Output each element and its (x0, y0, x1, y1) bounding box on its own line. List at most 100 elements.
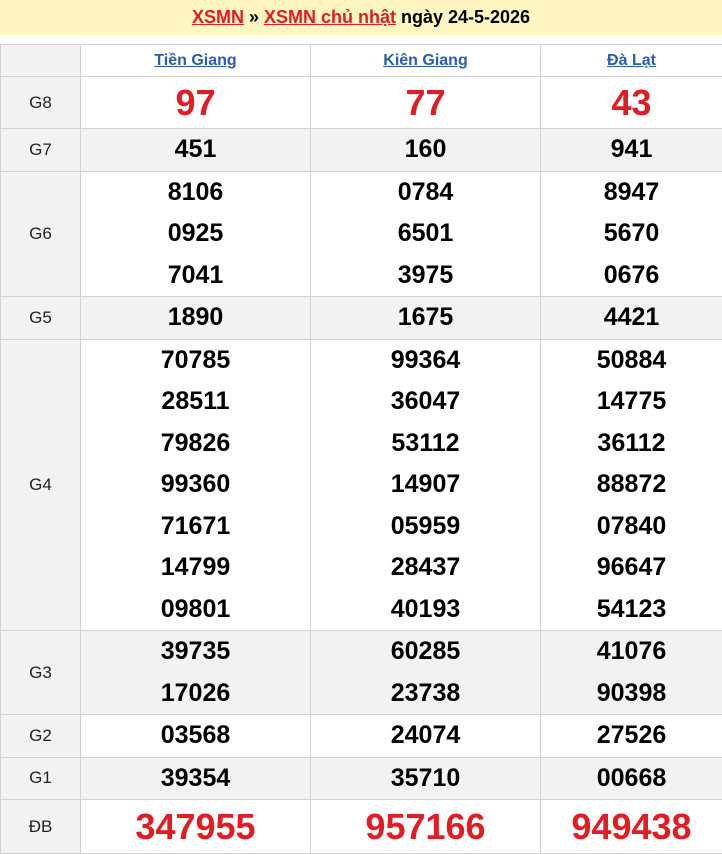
prize-row-g4: G470785285117982699360716711479909801993… (1, 339, 722, 631)
winning-number: 99360 (81, 464, 310, 506)
prize-cell: 894756700676 (541, 171, 722, 297)
province-header-row: Tiền Giang Kiên Giang Đà Lạt (1, 45, 722, 77)
prize-label: G7 (1, 129, 81, 172)
winning-number: 1890 (168, 303, 224, 331)
winning-number: 7041 (81, 255, 310, 297)
winning-number: 97 (175, 82, 215, 123)
winning-number: 36047 (311, 381, 540, 423)
prize-row-g8: G8 97 77 43 (1, 77, 722, 129)
prize-cell: 50884147753611288872078409664754123 (541, 339, 722, 631)
xsmn-link[interactable]: XSMN (192, 7, 244, 28)
prize-cell: 810609257041 (81, 171, 311, 297)
winning-number: 941 (611, 135, 653, 163)
winning-number: 949438 (571, 806, 691, 847)
prize-cell: 160 (311, 129, 541, 172)
prize-label: G6 (1, 171, 81, 297)
winning-number: 957166 (365, 806, 485, 847)
winning-number: 05959 (311, 506, 540, 548)
prize-cell: 03568 (81, 715, 311, 758)
winning-number: 39354 (161, 764, 231, 792)
winning-number: 35710 (391, 764, 461, 792)
winning-number: 60285 (311, 631, 540, 673)
winning-number: 50884 (541, 340, 722, 382)
prize-cell: 1675 (311, 297, 541, 340)
prize-cell: 3973517026 (81, 631, 311, 715)
prize-cell: 35710 (311, 757, 541, 800)
winning-number: 24074 (391, 721, 461, 749)
winning-number: 27526 (597, 721, 667, 749)
winning-number: 00668 (597, 764, 667, 792)
winning-number: 09801 (81, 589, 310, 631)
prize-label: G3 (1, 631, 81, 715)
lottery-results-table: Tiền Giang Kiên Giang Đà Lạt G8 97 77 43 G7 4… (0, 44, 722, 854)
xsmn-sunday-link[interactable]: XSMN chủ nhật (264, 7, 396, 28)
province-link-kien-giang[interactable]: Kiên Giang (383, 52, 467, 69)
prize-cell: 078465013975 (311, 171, 541, 297)
winning-number: 23738 (311, 673, 540, 715)
winning-number: 36112 (541, 423, 722, 465)
province-header-da-lat: Đà Lạt (541, 45, 722, 77)
prize-row-g6: G6810609257041078465013975894756700676 (1, 171, 722, 297)
winning-number: 41076 (541, 631, 722, 673)
winning-number: 88872 (541, 464, 722, 506)
prize-cell: 347955 (81, 800, 311, 854)
winning-number: 3975 (311, 255, 540, 297)
winning-number: 14799 (81, 547, 310, 589)
prize-cell: 6028523738 (311, 631, 541, 715)
prize-cell: 99364360475311214907059592843740193 (311, 339, 541, 631)
winning-number: 14775 (541, 381, 722, 423)
prize-label: G8 (1, 77, 81, 129)
prize-label: G1 (1, 757, 81, 800)
prize-cell: 4421 (541, 297, 722, 340)
winning-number: 347955 (135, 806, 255, 847)
prize-label: ĐB (1, 800, 81, 854)
winning-number: 17026 (81, 673, 310, 715)
winning-number: 14907 (311, 464, 540, 506)
province-link-tien-giang[interactable]: Tiền Giang (154, 52, 236, 69)
winning-number: 451 (175, 135, 217, 163)
winning-number: 53112 (311, 423, 540, 465)
prize-cell: 957166 (311, 800, 541, 854)
prize-cell: 27526 (541, 715, 722, 758)
winning-number: 70785 (81, 340, 310, 382)
province-header-kien-giang: Kiên Giang (311, 45, 541, 77)
prize-row-g1: G1 39354 35710 00668 (1, 757, 722, 800)
winning-number: 54123 (541, 589, 722, 631)
province-link-da-lat[interactable]: Đà Lạt (607, 52, 656, 69)
prize-cell: 451 (81, 129, 311, 172)
breadcrumb-separator: » (249, 7, 259, 28)
winning-number: 40193 (311, 589, 540, 631)
prize-row-g5: G5 1890 1675 4421 (1, 297, 722, 340)
winning-number: 8106 (81, 172, 310, 214)
winning-number: 79826 (81, 423, 310, 465)
winning-number: 4421 (604, 303, 660, 331)
winning-number: 71671 (81, 506, 310, 548)
prize-cell: 1890 (81, 297, 311, 340)
winning-number: 43 (611, 82, 651, 123)
prize-label: G5 (1, 297, 81, 340)
winning-number: 03568 (161, 721, 231, 749)
province-header-tien-giang: Tiền Giang (81, 45, 311, 77)
winning-number: 160 (405, 135, 447, 163)
results-title-bar: XSMN » XSMN chủ nhật ngày 24-5-2026 (0, 0, 722, 36)
winning-number: 07840 (541, 506, 722, 548)
winning-number: 90398 (541, 673, 722, 715)
winning-number: 77 (405, 82, 445, 123)
prize-cell: 24074 (311, 715, 541, 758)
winning-number: 5670 (541, 213, 722, 255)
draw-date: ngày 24-5-2026 (401, 7, 530, 28)
winning-number: 99364 (311, 340, 540, 382)
prize-cell: 941 (541, 129, 722, 172)
winning-number: 0784 (311, 172, 540, 214)
prize-cell: 77 (311, 77, 541, 129)
winning-number: 0676 (541, 255, 722, 297)
prize-cell: 4107690398 (541, 631, 722, 715)
winning-number: 0925 (81, 213, 310, 255)
winning-number: 39735 (81, 631, 310, 673)
prize-row-g7: G7 451 160 941 (1, 129, 722, 172)
prize-row-g2: G2035682407427526 (1, 715, 722, 758)
prize-cell: 949438 (541, 800, 722, 854)
winning-number: 28437 (311, 547, 540, 589)
prize-cell: 39354 (81, 757, 311, 800)
prize-cell: 43 (541, 77, 722, 129)
